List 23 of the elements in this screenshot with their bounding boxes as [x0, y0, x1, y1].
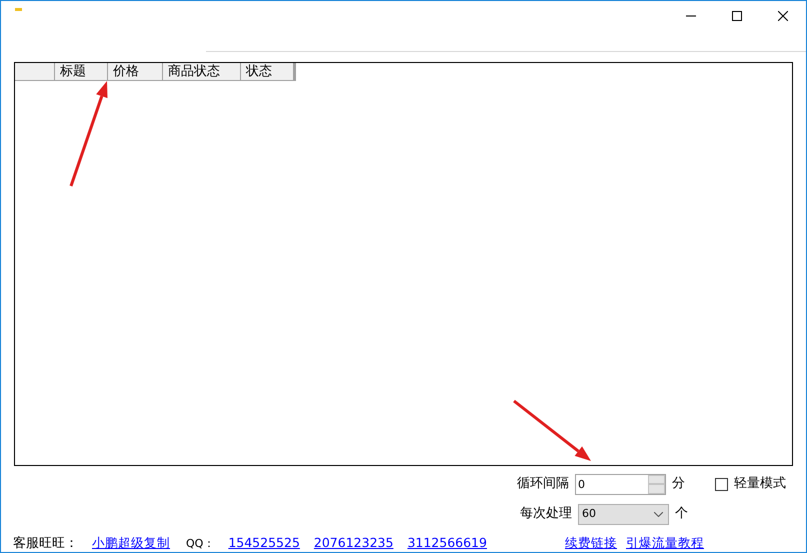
- maximize-icon: [732, 11, 742, 21]
- interval-label: 循环间隔: [517, 475, 569, 494]
- footer-link[interactable]: 续费链接: [565, 534, 617, 553]
- qq-link[interactable]: 2076123235: [314, 534, 394, 553]
- app-icon: [15, 8, 22, 11]
- qq-label: QQ：: [186, 536, 214, 552]
- checkbox-label: 轻量模式: [734, 475, 786, 494]
- column-header[interactable]: 商品状态: [163, 63, 241, 80]
- wangwang-link[interactable]: 小鹏超级复制: [92, 534, 170, 553]
- footer-link[interactable]: 引爆流量教程: [626, 534, 704, 553]
- checkbox[interactable]: [715, 478, 728, 490]
- unit-label: 个: [675, 505, 688, 524]
- wangwang-label: 客服旺旺：: [13, 535, 78, 553]
- qq-link[interactable]: 3112566619: [407, 534, 487, 553]
- qq-link[interactable]: 154525525: [228, 534, 300, 553]
- column-header[interactable]: 价格: [108, 63, 163, 80]
- close-icon: [778, 11, 788, 21]
- column-header[interactable]: 标题: [55, 63, 108, 80]
- unit-label: 分: [672, 475, 685, 494]
- chevron-icon: [654, 512, 663, 516]
- batch-dropdown[interactable]: 60: [578, 504, 669, 524]
- column-header[interactable]: 状态: [241, 63, 294, 80]
- batch-label: 每次处理: [520, 505, 572, 524]
